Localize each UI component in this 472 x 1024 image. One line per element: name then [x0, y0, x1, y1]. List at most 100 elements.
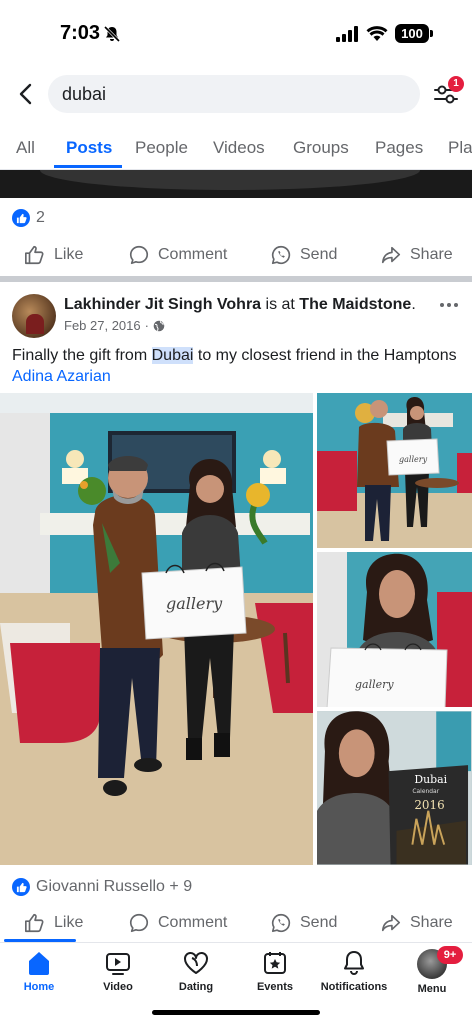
nav-home[interactable]: Home [0, 949, 79, 993]
post-actions: Like Comment Send Share [0, 905, 472, 941]
search-input[interactable]: dubai [48, 75, 420, 113]
home-indicator [152, 1010, 320, 1015]
thumbs-up-icon [25, 245, 44, 265]
home-icon [29, 952, 49, 975]
calendar-title: Dubai [414, 773, 447, 786]
globe-icon [153, 320, 165, 331]
post-meta: Feb 27, 2016 · [64, 318, 165, 333]
comment-label: Comment [158, 246, 228, 263]
battery-tip [430, 30, 433, 37]
share-icon [381, 246, 401, 264]
send-label: Send [300, 246, 338, 263]
tab-all[interactable]: All [16, 138, 35, 158]
photo-main-illustration: gallery [0, 393, 313, 865]
post-photo-main[interactable]: gallery [0, 393, 313, 865]
share-button[interactable]: Share [380, 237, 453, 273]
search-tabs: All Posts People Videos Groups Pages Pla [0, 128, 472, 170]
comment-icon [129, 245, 149, 265]
share-label: Share [410, 914, 453, 931]
like-reaction-icon [12, 209, 30, 227]
location-connector: is at [261, 296, 300, 313]
post-date[interactable]: Feb 27, 2016 [64, 318, 141, 333]
post-photo-side-1[interactable]: gallery [317, 393, 472, 548]
signal-icon [336, 26, 358, 42]
comment-button[interactable]: Comment [128, 237, 227, 273]
reaction-count: 2 [36, 209, 45, 226]
previous-post-reactions[interactable]: 2 [12, 206, 45, 230]
author-name[interactable]: Lakhinder Jit Singh Vohra [64, 296, 261, 313]
nav-notifications[interactable]: Notifications [314, 949, 394, 993]
tab-people[interactable]: People [135, 138, 188, 158]
active-tab-indicator [54, 165, 122, 168]
post-text-after: to my closest friend in the Hamptons [193, 347, 457, 364]
photo-side-1-illustration: gallery [317, 393, 472, 548]
send-button[interactable]: Send [270, 237, 337, 273]
post-photo-side-3[interactable]: Dubai Calendar 2016 [317, 711, 472, 865]
bell-off-icon [103, 25, 121, 43]
heart-icon [184, 952, 208, 974]
post-photo-side-2[interactable]: gallery [317, 552, 472, 707]
nav-video[interactable]: Video [78, 949, 158, 993]
location-suffix: . [411, 296, 416, 313]
tab-places[interactable]: Pla [448, 138, 472, 158]
chevron-left-icon [19, 83, 32, 105]
status-time: 7:03 [60, 22, 101, 44]
calendar-year: 2016 [414, 798, 444, 812]
whatsapp-icon [271, 245, 291, 265]
battery-indicator: 100 [395, 24, 429, 43]
previous-post-actions: Like Comment Send Share [0, 237, 472, 273]
nav-video-label: Video [103, 981, 133, 993]
previous-post-image[interactable] [0, 170, 472, 198]
bell-icon [344, 951, 364, 975]
post-text-before: Finally the gift from [12, 347, 152, 364]
bag-brand-text-small: gallery [399, 455, 428, 464]
author-avatar[interactable] [12, 294, 56, 338]
like-button[interactable]: Like [24, 237, 83, 273]
bag-brand-text: gallery [166, 594, 223, 613]
bottom-nav: Home Video Dating Events Notifications M… [0, 942, 472, 1004]
location-name[interactable]: The Maidstone [299, 296, 411, 313]
tab-posts[interactable]: Posts [66, 138, 112, 158]
like-label: Like [54, 246, 84, 263]
menu-badge: 9+ [437, 946, 463, 964]
nav-dating-label: Dating [178, 981, 214, 993]
post-author-line: Lakhinder Jit Singh Vohra is at The Maid… [64, 296, 416, 314]
comment-icon [129, 913, 149, 933]
tab-videos[interactable]: Videos [213, 138, 265, 158]
nav-notifications-label: Notifications [320, 981, 388, 993]
more-options-button[interactable] [436, 296, 462, 314]
share-icon [381, 914, 401, 932]
send-label: Send [300, 914, 338, 931]
reaction-summary: Giovanni Russello + 9 [36, 878, 193, 895]
nav-events-label: Events [256, 981, 294, 993]
wifi-icon [366, 26, 388, 41]
share-button[interactable]: Share [380, 905, 453, 941]
post-reactions[interactable]: Giovanni Russello + 9 [12, 876, 192, 898]
post-text-highlight: Dubai [151, 347, 194, 364]
like-reaction-icon [12, 878, 30, 896]
meta-separator: · [144, 318, 149, 333]
nav-home-label: Home [23, 981, 55, 993]
send-button[interactable]: Send [270, 905, 337, 941]
nav-events[interactable]: Events [235, 949, 315, 993]
comment-button[interactable]: Comment [128, 905, 227, 941]
post-text: Finally the gift from Dubai to my closes… [12, 345, 462, 387]
comment-label: Comment [158, 914, 228, 931]
mention-link[interactable]: Adina Azarian [12, 368, 111, 385]
post-separator [0, 276, 472, 282]
calendar-subtitle: Calendar [412, 788, 439, 795]
tab-groups[interactable]: Groups [293, 138, 349, 158]
filter-badge: 1 [448, 76, 464, 92]
status-bar: 7:03 100 [0, 0, 472, 70]
photo-side-3-illustration: Dubai Calendar 2016 [317, 711, 471, 865]
tab-pages[interactable]: Pages [375, 138, 423, 158]
whatsapp-icon [271, 913, 291, 933]
back-button[interactable] [12, 80, 40, 108]
like-label: Like [54, 914, 84, 931]
video-icon [106, 953, 130, 975]
photo-side-2-illustration: gallery [317, 552, 472, 707]
share-label: Share [410, 246, 453, 263]
nav-dating[interactable]: Dating [156, 949, 236, 993]
like-button[interactable]: Like [24, 905, 83, 941]
thumbs-up-icon [25, 913, 44, 933]
